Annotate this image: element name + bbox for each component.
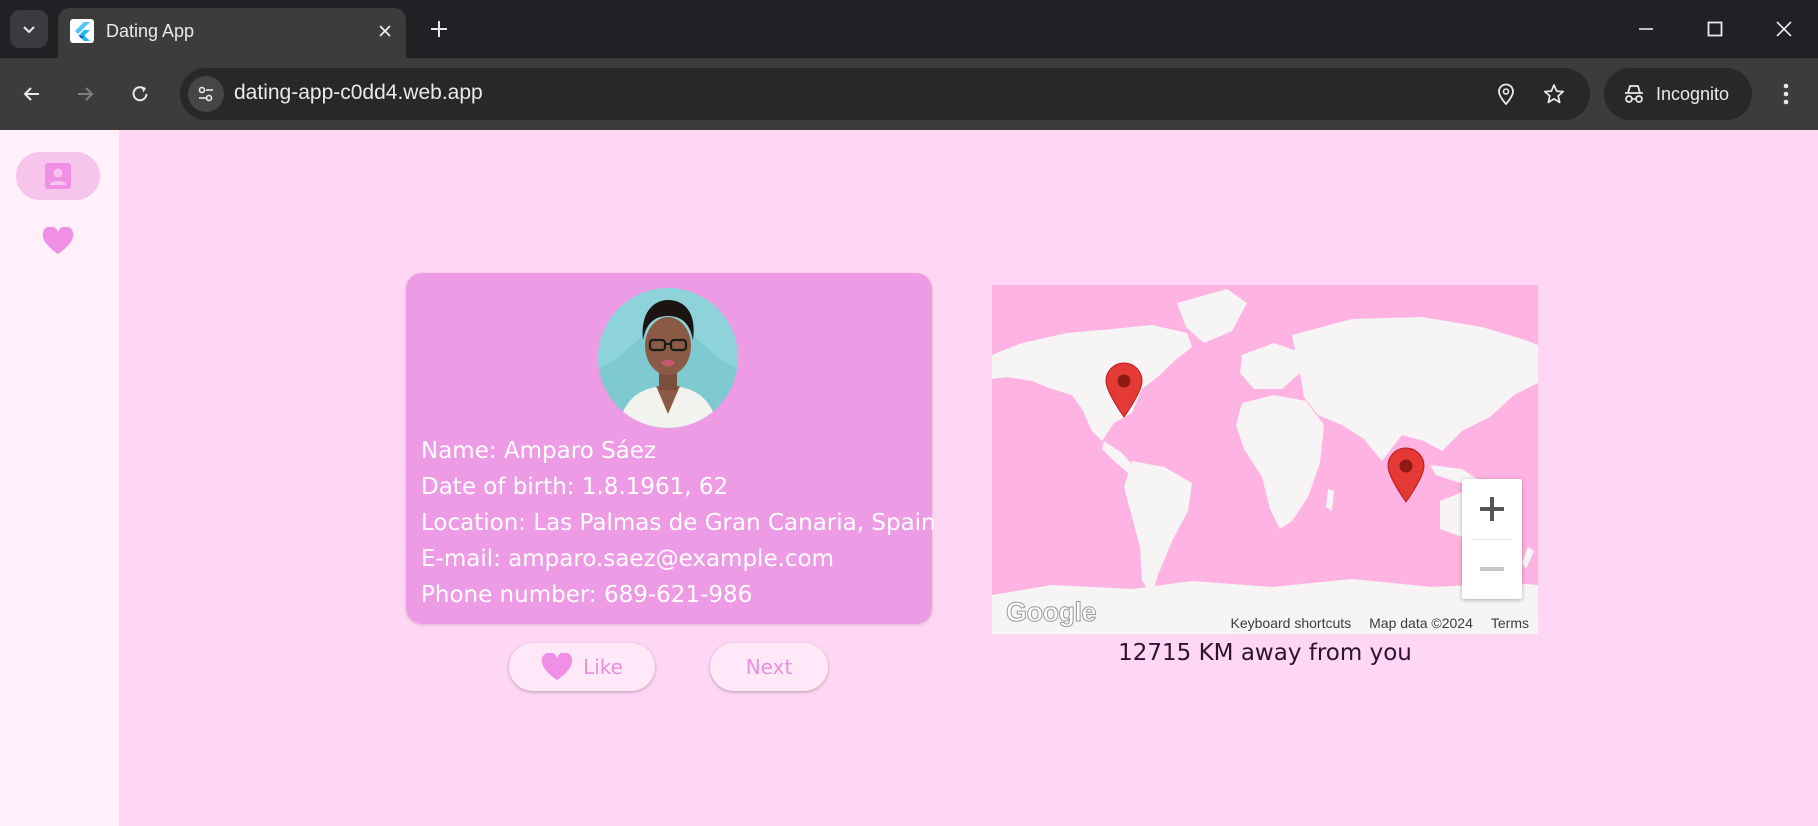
location-permission-button[interactable] bbox=[1488, 76, 1524, 112]
profile-card-icon bbox=[45, 163, 71, 189]
keyboard-shortcuts-link[interactable]: Keyboard shortcuts bbox=[1231, 615, 1352, 631]
zoom-out-button[interactable] bbox=[1462, 539, 1522, 599]
tab-title: Dating App bbox=[106, 21, 195, 41]
map-zoom-control bbox=[1462, 479, 1522, 599]
address-bar[interactable]: dating-app-c0dd4.web.app bbox=[180, 68, 1590, 120]
browser-tab[interactable]: Dating App bbox=[58, 8, 406, 58]
reload-button[interactable] bbox=[120, 74, 160, 114]
minimize-button[interactable] bbox=[1612, 0, 1680, 58]
chevron-down-icon bbox=[23, 26, 35, 34]
map-data-label: Map data ©2024 bbox=[1369, 615, 1473, 631]
map-view[interactable]: Google Keyboard shortcuts Map data ©2024… bbox=[992, 285, 1538, 634]
incognito-icon bbox=[1625, 85, 1643, 103]
navigation-rail bbox=[0, 130, 119, 826]
like-label: Like bbox=[583, 655, 623, 679]
profile-name: Name: Amparo Sáez bbox=[421, 438, 656, 464]
map-marker-match[interactable] bbox=[1386, 447, 1426, 503]
star-icon bbox=[1543, 84, 1565, 104]
tab-close-button[interactable] bbox=[372, 18, 398, 44]
incognito-label: Incognito bbox=[1656, 83, 1730, 104]
profile-details: Name: Amparo Sáez Date of birth: 1.8.196… bbox=[421, 433, 936, 613]
profile-location: Location: Las Palmas de Gran Canaria, Sp… bbox=[421, 510, 936, 536]
arrow-left-icon bbox=[23, 87, 39, 101]
nav-favorites[interactable] bbox=[16, 217, 100, 265]
heart-icon bbox=[42, 227, 74, 254]
incognito-indicator[interactable]: Incognito bbox=[1604, 68, 1752, 120]
new-tab-button[interactable] bbox=[422, 12, 456, 46]
distance-label: 12715 KM away from you bbox=[1118, 640, 1412, 666]
profile-date-of-birth: Date of birth: 1.8.1961, 62 bbox=[421, 474, 729, 500]
profile-email: E-mail: amparo.saez@example.com bbox=[421, 546, 835, 572]
like-button[interactable]: Like bbox=[509, 643, 655, 691]
forward-button[interactable] bbox=[65, 74, 105, 114]
heart-icon bbox=[541, 653, 573, 680]
reload-icon bbox=[132, 86, 148, 102]
url-text: dating-app-c0dd4.web.app bbox=[234, 81, 483, 104]
close-window-button[interactable] bbox=[1750, 0, 1818, 58]
minus-icon bbox=[1480, 567, 1504, 571]
world-map bbox=[992, 289, 1538, 634]
location-pin-icon bbox=[1498, 83, 1514, 105]
tune-icon bbox=[198, 86, 213, 102]
profile-card: Name: Amparo Sáez Date of birth: 1.8.196… bbox=[406, 273, 936, 624]
browser-menu-button[interactable] bbox=[1766, 74, 1806, 114]
maximize-icon bbox=[1707, 21, 1723, 37]
map-attribution: Keyboard shortcuts Map data ©2024 Terms bbox=[1220, 612, 1538, 634]
nav-profiles[interactable] bbox=[16, 152, 100, 200]
plus-icon bbox=[1480, 497, 1504, 521]
arrow-right-icon bbox=[78, 87, 94, 101]
terms-link[interactable]: Terms bbox=[1491, 615, 1529, 631]
next-label: Next bbox=[745, 655, 793, 679]
back-button[interactable] bbox=[12, 74, 52, 114]
site-info-button[interactable] bbox=[188, 76, 224, 112]
more-vert-icon bbox=[1783, 83, 1789, 105]
maximize-button[interactable] bbox=[1681, 0, 1749, 58]
zoom-in-button[interactable] bbox=[1462, 479, 1522, 539]
minimize-icon bbox=[1639, 28, 1653, 30]
browser-toolbar: dating-app-c0dd4.web.app Incognito bbox=[0, 58, 1818, 130]
map-marker-user[interactable] bbox=[1104, 362, 1144, 418]
next-button[interactable]: Next bbox=[710, 643, 828, 691]
close-icon bbox=[1776, 21, 1792, 37]
plus-icon bbox=[431, 21, 447, 37]
tab-search-button[interactable] bbox=[10, 10, 48, 48]
flutter-favicon-icon bbox=[70, 19, 94, 43]
bookmark-button[interactable] bbox=[1536, 76, 1572, 112]
profile-phone: Phone number: 689-621-986 bbox=[421, 582, 753, 608]
close-icon bbox=[379, 25, 391, 37]
avatar bbox=[598, 288, 738, 428]
google-logo: Google bbox=[1006, 597, 1098, 628]
browser-tab-strip: Dating App bbox=[0, 0, 1818, 58]
